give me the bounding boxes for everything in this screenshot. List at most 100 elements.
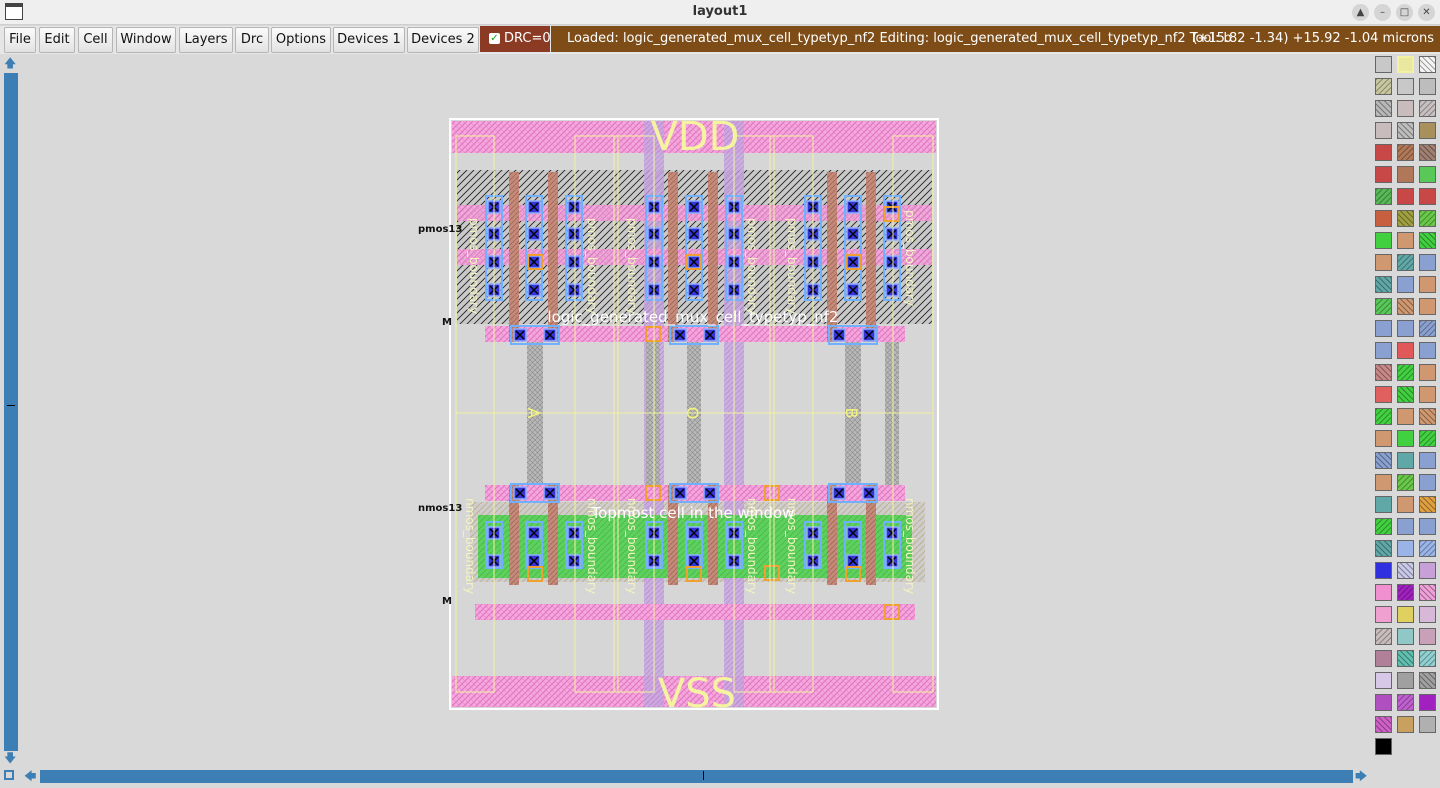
layer-swatch[interactable] [1397,562,1414,579]
layer-swatch[interactable] [1397,716,1414,733]
layer-swatch[interactable] [1375,342,1392,359]
layer-swatch[interactable] [1397,188,1414,205]
vertical-scroll-thumb[interactable] [4,73,18,751]
layer-swatch[interactable] [1375,386,1392,403]
layer-swatch[interactable] [1419,474,1436,491]
layer-swatch[interactable] [1419,672,1436,689]
layer-swatch[interactable] [1397,694,1414,711]
layer-swatch[interactable] [1397,408,1414,425]
layer-swatch[interactable] [1397,100,1414,117]
layer-swatch[interactable] [1397,166,1414,183]
layer-swatch[interactable] [1397,78,1414,95]
layer-swatch[interactable] [1375,562,1392,579]
layer-swatch[interactable] [1419,650,1436,667]
scroll-right-icon[interactable]: 🡆 [1355,769,1367,783]
layer-swatch[interactable] [1397,298,1414,315]
layer-swatch[interactable] [1419,540,1436,557]
layer-swatch[interactable] [1375,606,1392,623]
layer-swatch[interactable] [1375,56,1392,73]
layer-swatch[interactable] [1419,408,1436,425]
layer-swatch[interactable] [1419,100,1436,117]
layer-swatch[interactable] [1419,342,1436,359]
menu-file[interactable]: File [4,27,36,53]
close-icon[interactable]: ✕ [1418,4,1435,21]
scroll-up-icon[interactable]: 🡅 [4,56,16,70]
layer-swatch[interactable] [1419,694,1436,711]
layer-swatch[interactable] [1397,518,1414,535]
layer-swatch[interactable] [1375,78,1392,95]
layer-swatch[interactable] [1375,716,1392,733]
layer-swatch[interactable] [1397,540,1414,557]
layer-swatch[interactable] [1397,584,1414,601]
layer-swatch[interactable] [1419,452,1436,469]
menu-layers[interactable]: Layers [179,27,233,53]
layer-swatch[interactable] [1419,232,1436,249]
layer-swatch[interactable] [1397,320,1414,337]
layer-swatch[interactable] [1397,386,1414,403]
layer-swatch[interactable] [1397,452,1414,469]
layer-swatch[interactable] [1375,100,1392,117]
layer-swatch[interactable] [1419,606,1436,623]
layer-swatch[interactable] [1397,276,1414,293]
layer-swatch[interactable] [1375,650,1392,667]
zoom-fit-icon[interactable] [4,770,14,780]
layer-swatch[interactable] [1397,232,1414,249]
layer-swatch[interactable] [1419,496,1436,513]
horizontal-scrollbar[interactable]: 🡄 🡆 [0,768,1440,786]
layer-swatch[interactable] [1419,562,1436,579]
menu-window[interactable]: Window [116,27,176,53]
layer-swatch[interactable] [1419,320,1436,337]
layer-swatch[interactable] [1375,584,1392,601]
drc-toggle[interactable]: ✓ DRC=0 [480,26,551,52]
layout-canvas[interactable]: VDD VSS pmos_boundary pmos_boundary pmos… [22,56,1370,764]
layer-swatch[interactable] [1397,254,1414,271]
menu-options[interactable]: Options [271,27,331,53]
layer-swatch[interactable] [1419,276,1436,293]
layer-swatch[interactable] [1375,232,1392,249]
layer-swatch[interactable] [1419,716,1436,733]
layer-swatch[interactable] [1397,364,1414,381]
menu-devices-2[interactable]: Devices 2 [407,27,479,53]
layer-swatch[interactable] [1375,298,1392,315]
vertical-scrollbar[interactable]: 🡅 🡇 [3,56,19,768]
layer-swatch[interactable] [1419,56,1436,73]
layer-swatch[interactable] [1397,210,1414,227]
layer-swatch[interactable] [1419,210,1436,227]
menu-devices-1[interactable]: Devices 1 [333,27,405,53]
layer-swatch[interactable] [1419,386,1436,403]
layer-swatch[interactable] [1375,672,1392,689]
layer-swatch[interactable] [1419,430,1436,447]
layer-swatch[interactable] [1375,474,1392,491]
layer-swatch[interactable] [1397,606,1414,623]
layer-swatch[interactable] [1397,430,1414,447]
layer-swatch[interactable] [1419,78,1436,95]
shade-icon[interactable]: ▲ [1352,4,1369,21]
layer-swatch[interactable] [1375,430,1392,447]
layer-swatch[interactable] [1397,628,1414,645]
layer-swatch[interactable] [1375,496,1392,513]
layer-swatch[interactable] [1375,694,1392,711]
layer-swatch[interactable] [1375,540,1392,557]
layer-swatch[interactable] [1375,408,1392,425]
layer-swatch[interactable] [1375,738,1392,755]
layer-swatch[interactable] [1397,56,1414,73]
layer-swatch[interactable] [1375,254,1392,271]
layer-swatch[interactable] [1419,298,1436,315]
layer-swatch[interactable] [1419,254,1436,271]
layer-swatch[interactable] [1397,122,1414,139]
layer-swatch[interactable] [1419,628,1436,645]
layer-swatch[interactable] [1375,452,1392,469]
layer-swatch[interactable] [1375,628,1392,645]
layer-swatch[interactable] [1375,144,1392,161]
layer-swatch[interactable] [1397,144,1414,161]
layer-swatch[interactable] [1419,584,1436,601]
menu-drc[interactable]: Drc [235,27,269,53]
layer-swatch[interactable] [1419,122,1436,139]
layer-swatch[interactable] [1419,518,1436,535]
layer-swatch[interactable] [1419,364,1436,381]
layer-swatch[interactable] [1397,650,1414,667]
menu-edit[interactable]: Edit [39,27,75,53]
layer-swatch[interactable] [1397,672,1414,689]
menu-cell[interactable]: Cell [78,27,113,53]
horizontal-scroll-thumb[interactable] [40,770,1353,783]
